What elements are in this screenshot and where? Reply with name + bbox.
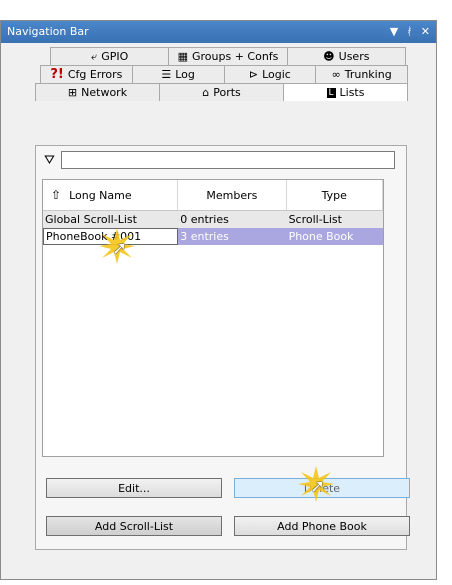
mouse-pointer-icon: ➚ (112, 238, 128, 259)
tab-label: Cfg Errors (67, 68, 123, 81)
filter-bar: ⛛ (44, 151, 395, 169)
tab-users[interactable]: ☻ Users (286, 47, 406, 65)
table-header: ⇧ Long Name Members Type (43, 180, 383, 211)
table-row[interactable]: Global Scroll-List 0 entries Scroll-List (43, 211, 383, 228)
mouse-pointer-icon: ➚ (310, 476, 326, 497)
tab-label: Users (338, 50, 370, 63)
window-title: Navigation Bar (7, 25, 89, 38)
column-label: Members (206, 188, 258, 202)
users-icon: ☻ (323, 50, 335, 63)
gpio-icon: ⤶ (91, 49, 98, 63)
tab-label: Trunking (344, 68, 392, 81)
tab-log[interactable]: ☰ Log (131, 65, 225, 83)
add-phone-book-button[interactable]: Add Phone Book (234, 516, 410, 536)
filter-icon: ⛛ (44, 152, 55, 168)
logic-icon: ⊳ (248, 68, 259, 81)
filter-input[interactable] (60, 151, 395, 169)
pin-icon[interactable]: ᚯ (406, 24, 413, 40)
title-bar[interactable]: Navigation Bar ▼ ᚯ ✕ (1, 21, 436, 43)
tab-groups-confs[interactable]: ▦ Groups + Confs (168, 47, 288, 65)
edit-button[interactable]: Edit... (46, 478, 222, 498)
groups-icon: ▦ (177, 50, 188, 63)
dropdown-icon[interactable]: ▼ (390, 24, 398, 40)
column-header-long-name[interactable]: ⇧ Long Name (43, 180, 179, 210)
log-icon: ☰ (161, 68, 172, 81)
sort-ascending-icon: ⇧ (51, 188, 62, 202)
table-row-selected[interactable]: PhoneBook #001 3 entries Phone Book (43, 228, 383, 245)
network-icon: ⊞ (67, 86, 78, 99)
tab-lists[interactable]: L Lists (283, 83, 408, 101)
tab-ports[interactable]: ⌂ Ports (159, 83, 284, 101)
tab-cfg-errors[interactable]: ?! Cfg Errors (40, 65, 133, 83)
lists-icon: L (326, 87, 336, 98)
add-scroll-list-button[interactable]: Add Scroll-List (46, 516, 222, 536)
cell-members: 3 entries (178, 228, 287, 245)
column-label: Long Name (69, 188, 132, 202)
tab-label: Ports (213, 86, 241, 99)
lists-tab-panel: ⛛ ⇧ Long Name Members Type Global Scroll… (35, 145, 410, 550)
tab-logic[interactable]: ⊳ Logic (223, 65, 317, 83)
cell-type: Phone Book (286, 228, 383, 245)
tab-label: Network (81, 86, 128, 99)
tab-strip: ⤶ GPIO ▦ Groups + Confs ☻ Users ?! Cfg E… (35, 47, 408, 147)
lists-table: ⇧ Long Name Members Type Global Scroll-L… (42, 179, 384, 457)
cfg-errors-icon: ?! (50, 67, 64, 82)
cell-long-name: Global Scroll-List (45, 213, 137, 226)
tab-label: Log (175, 68, 195, 81)
tab-trunking[interactable]: ∞ Trunking (315, 65, 408, 83)
close-icon[interactable]: ✕ (421, 24, 430, 40)
cell-type: Scroll-List (288, 213, 342, 226)
cell-long-name-editor[interactable]: PhoneBook #001 (43, 228, 179, 245)
tab-gpio[interactable]: ⤶ GPIO (50, 47, 170, 65)
cell-members: 0 entries (180, 213, 229, 226)
tab-label: Logic (262, 68, 291, 81)
column-label: Type (321, 188, 347, 202)
tab-label: Groups + Confs (191, 50, 279, 63)
trunking-icon: ∞ (331, 68, 341, 81)
column-header-members[interactable]: Members (178, 180, 287, 210)
tab-label: Lists (339, 86, 365, 99)
column-header-type[interactable]: Type (287, 180, 383, 210)
tab-network[interactable]: ⊞ Network (35, 83, 160, 101)
tab-label: GPIO (101, 50, 129, 63)
ports-icon: ⌂ (202, 86, 210, 99)
